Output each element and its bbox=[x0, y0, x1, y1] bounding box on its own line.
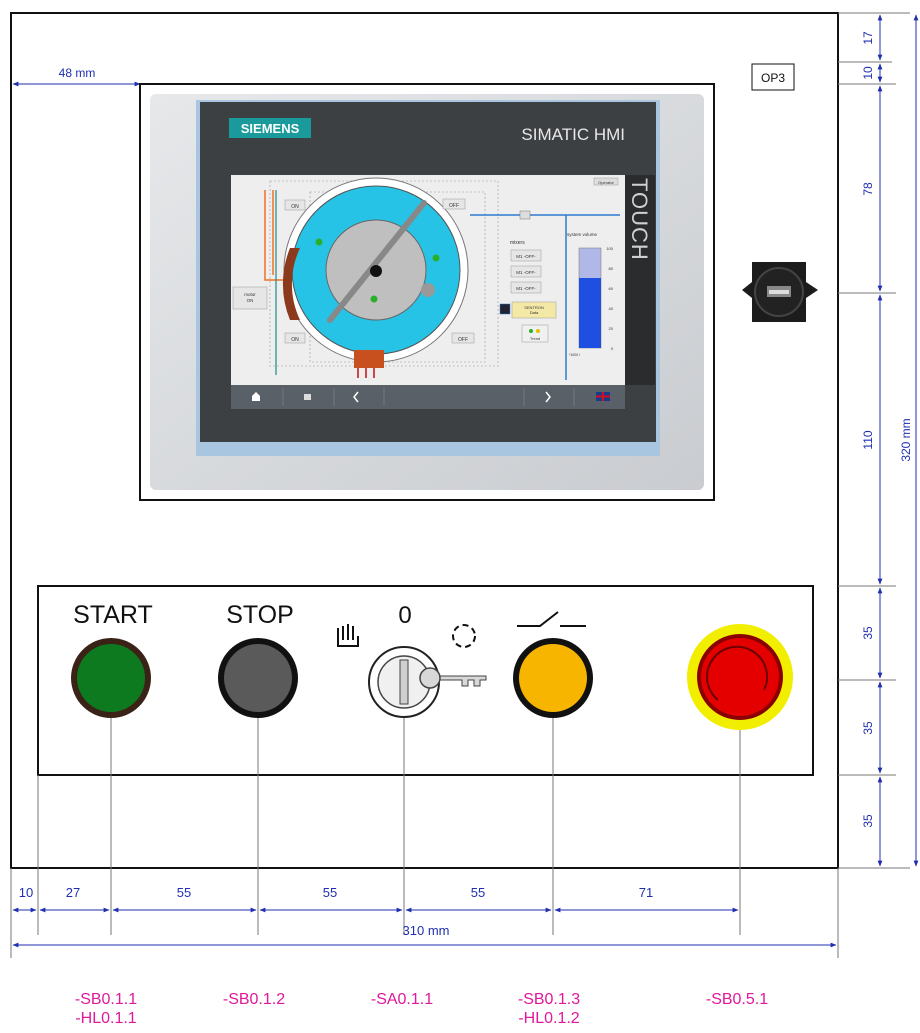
vdim-label-10: 10 bbox=[861, 66, 875, 80]
tag-off-bottom-label: OFF bbox=[458, 337, 468, 343]
volume-tick-label: 20 bbox=[609, 326, 614, 331]
hdim-label-27: 27 bbox=[66, 885, 80, 900]
touch-label: TOUCH bbox=[627, 178, 652, 261]
device-tag-2-line-1: -SB0.1.2 bbox=[223, 991, 285, 1008]
volume-tick-label: 80 bbox=[609, 266, 614, 271]
tank-gauge bbox=[421, 283, 435, 297]
trend-label: Trend bbox=[530, 336, 540, 341]
device-tag-2: -SB0.1.2 bbox=[223, 991, 285, 1008]
cabinet-label: OP3 bbox=[761, 71, 785, 85]
hdim-label-55c: 55 bbox=[471, 885, 485, 900]
device-tag-1-line-2: -HL0.1.1 bbox=[75, 1010, 136, 1027]
hdim-label-10: 10 bbox=[19, 885, 33, 900]
volume-unit: *1000 l bbox=[569, 353, 580, 357]
vertical-dimension-labels: 17 10 78 110 35 35 35 320 mm bbox=[861, 31, 913, 828]
screen-navbar bbox=[231, 385, 625, 409]
device-tag-4-line-1: -SB0.1.3 bbox=[518, 991, 580, 1008]
tag-on-bottom-label: ON bbox=[291, 337, 299, 343]
key-bow bbox=[419, 667, 441, 689]
mixer-state-label: M1 -OFF- bbox=[516, 254, 536, 259]
vdim-label-total: 320 mm bbox=[899, 418, 913, 461]
tank-outlet bbox=[354, 350, 384, 368]
volume-tick-label: 100 bbox=[606, 246, 613, 251]
dim-left-offset-label: 48 mm bbox=[59, 66, 96, 80]
device-tag-1: -SB0.1.1 -HL0.1.1 bbox=[75, 991, 137, 1027]
selector-key-barrel bbox=[399, 659, 409, 705]
aux-button-face bbox=[519, 644, 587, 712]
start-button[interactable] bbox=[71, 638, 151, 718]
mixer-state-label: M1 -OFF- bbox=[516, 286, 536, 291]
volume-title: system volume bbox=[567, 232, 598, 237]
pipe-valve bbox=[519, 210, 531, 220]
device-tag-5-line-1: -SB0.5.1 bbox=[706, 991, 768, 1008]
sentron-icon bbox=[499, 303, 511, 315]
vdim-label-17: 17 bbox=[861, 31, 875, 45]
panel-drawing: OP3 48 mm SIEMENS SIMATIC HMI TOUCH Oper… bbox=[10, 12, 919, 1027]
vdim-label-110: 110 bbox=[861, 430, 875, 449]
start-label: START bbox=[73, 601, 153, 629]
stop-button-face bbox=[224, 644, 292, 712]
hdim-label-total: 310 mm bbox=[403, 923, 450, 938]
device-tag-3: -SA0.1.1 bbox=[371, 991, 433, 1008]
vdim-label-35c: 35 bbox=[861, 814, 875, 828]
device-tag-3-line-1: -SA0.1.1 bbox=[371, 991, 433, 1008]
volume-tick-label: 40 bbox=[609, 306, 614, 311]
trend-indicator-yellow bbox=[536, 329, 540, 333]
siemens-logo: SIEMENS bbox=[241, 121, 300, 136]
mixer-state-list: M1 -OFF- M1 -OFF- M1 -OFF- bbox=[510, 249, 542, 294]
device-tag-list: -SB0.1.1 -HL0.1.1 -SB0.1.2 -SA0.1.1 -SB0.… bbox=[75, 991, 768, 1027]
volume-fill bbox=[579, 278, 601, 348]
mixer-state-label: M1 -OFF- bbox=[516, 270, 536, 275]
tag-on-top-label: ON bbox=[291, 204, 299, 210]
stop-button[interactable] bbox=[218, 638, 298, 718]
tag-off-top-label: OFF bbox=[449, 203, 459, 209]
volume-tick-label: 60 bbox=[609, 286, 614, 291]
aux-button[interactable] bbox=[513, 638, 593, 718]
vdim-label-78: 78 bbox=[861, 182, 875, 196]
hmi-screen[interactable]: Operator ON OFF ON OFF motor ON mixers M… bbox=[231, 175, 625, 409]
motor-line-2: ON bbox=[247, 298, 254, 303]
motor-line-1: motor bbox=[244, 292, 256, 297]
sensor-green-1 bbox=[315, 238, 323, 246]
language-flag-icon[interactable] bbox=[596, 392, 610, 401]
device-tag-1-line-1: -SB0.1.1 bbox=[75, 991, 137, 1008]
sensor-green-2 bbox=[370, 295, 378, 303]
usb-socket-tongue bbox=[769, 290, 789, 294]
tank-hub bbox=[370, 265, 382, 277]
stop-label: STOP bbox=[226, 601, 294, 629]
emergency-stop-button[interactable] bbox=[687, 624, 793, 730]
selector-zero-label: 0 bbox=[398, 602, 411, 629]
hdim-label-71: 71 bbox=[639, 885, 653, 900]
hdim-label-55b: 55 bbox=[323, 885, 337, 900]
device-tag-4: -SB0.1.3 -HL0.1.2 bbox=[518, 991, 580, 1027]
vdim-label-35b: 35 bbox=[861, 721, 875, 735]
device-tag-5: -SB0.5.1 bbox=[706, 991, 768, 1008]
mixers-title: mixers bbox=[510, 240, 525, 246]
menu-icon[interactable] bbox=[304, 394, 311, 400]
hdim-label-55a: 55 bbox=[177, 885, 191, 900]
trend-indicator-green bbox=[529, 329, 533, 333]
device-tag-4-line-2: -HL0.1.2 bbox=[518, 1010, 579, 1027]
horizontal-dimension-labels: 10 27 55 55 55 71 310 mm bbox=[19, 885, 653, 938]
sentron-line-2: Data bbox=[530, 310, 539, 315]
sensor-green-3 bbox=[432, 254, 440, 262]
vdim-label-35a: 35 bbox=[861, 626, 875, 640]
start-button-face bbox=[77, 644, 145, 712]
hmi-panel: SIEMENS SIMATIC HMI TOUCH Operator ON OF… bbox=[139, 83, 715, 501]
screen-corner-label: Operator bbox=[598, 180, 614, 185]
hmi-model: SIMATIC HMI bbox=[521, 125, 625, 144]
